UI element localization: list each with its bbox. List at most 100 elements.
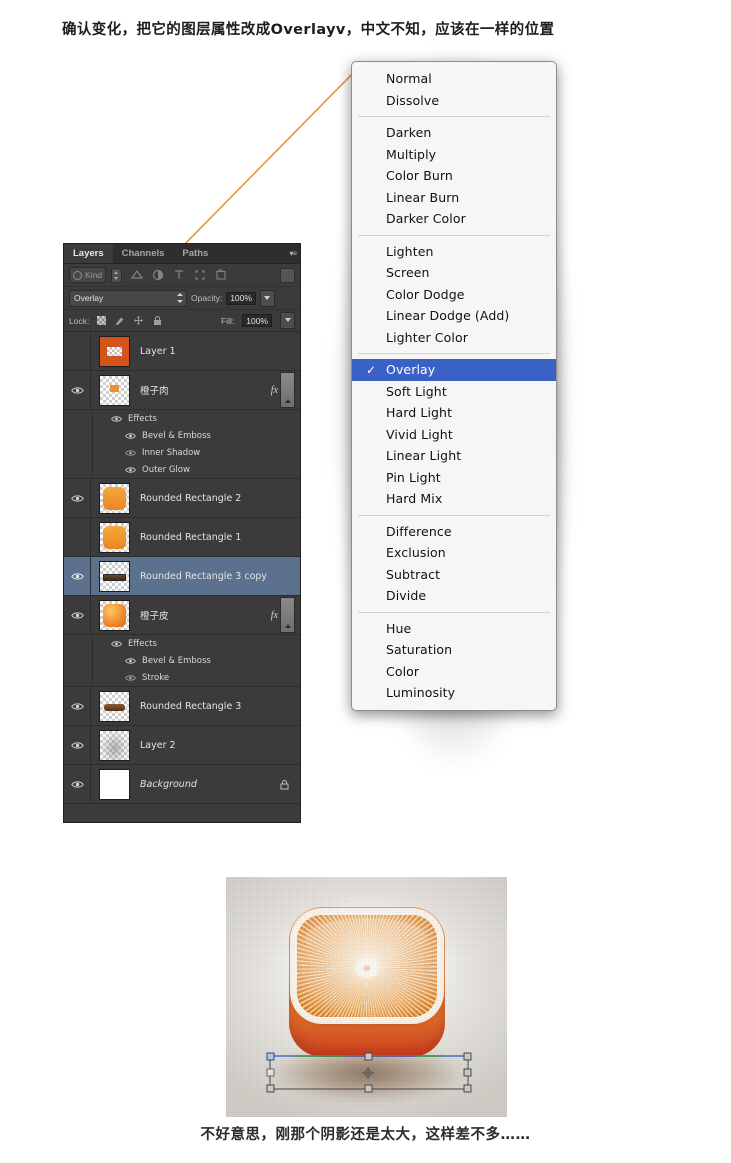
- menu-item-subtract[interactable]: Subtract: [352, 564, 556, 586]
- menu-item-linear-light[interactable]: Linear Light: [352, 445, 556, 467]
- visibility-cell[interactable]: [64, 687, 91, 725]
- blend-mode-row[interactable]: Overlay Opacity: 100%: [64, 287, 300, 310]
- panel-menu-icon[interactable]: ▾≡: [289, 249, 297, 258]
- eye-icon[interactable]: [70, 386, 84, 395]
- blend-mode-dropdown[interactable]: Normal Dissolve Darken Multiply Color Bu…: [351, 61, 557, 711]
- layer-thumbnail[interactable]: [99, 690, 130, 722]
- eye-icon[interactable]: [125, 674, 136, 682]
- effect-row[interactable]: Outer Glow: [64, 461, 300, 478]
- opacity-dropdown-arrow[interactable]: [259, 289, 275, 307]
- eye-icon[interactable]: [111, 640, 122, 648]
- menu-item-linear-burn[interactable]: Linear Burn: [352, 187, 556, 209]
- eye-icon[interactable]: [125, 432, 136, 440]
- lock-row[interactable]: Lock: Fill: 100%: [64, 310, 300, 332]
- panel-tab-bar[interactable]: Layers Channels Paths ▾≡: [64, 244, 300, 264]
- visibility-cell[interactable]: [64, 765, 91, 803]
- layer-row[interactable]: Layer 2: [64, 726, 300, 765]
- menu-item-difference[interactable]: Difference: [352, 521, 556, 543]
- filter-icon-group[interactable]: [131, 269, 227, 281]
- filter-kind-stepper[interactable]: [111, 267, 123, 283]
- visibility-cell[interactable]: [64, 332, 91, 370]
- visibility-cell[interactable]: [64, 596, 91, 634]
- layer-filter-row[interactable]: Kind: [64, 264, 300, 287]
- layer-thumbnail[interactable]: [99, 560, 130, 592]
- menu-item-color-dodge[interactable]: Color Dodge: [352, 284, 556, 306]
- tab-channels[interactable]: Channels: [113, 244, 174, 263]
- pixel-filter-icon[interactable]: [131, 269, 144, 281]
- menu-item-darken[interactable]: Darken: [352, 122, 556, 144]
- fx-badge[interactable]: fx: [271, 610, 278, 621]
- layer-thumbnail[interactable]: [99, 768, 130, 800]
- tab-layers[interactable]: Layers: [64, 244, 113, 263]
- eye-icon[interactable]: [70, 780, 84, 789]
- menu-item-saturation[interactable]: Saturation: [352, 639, 556, 661]
- layer-row[interactable]: Rounded Rectangle 2: [64, 479, 300, 518]
- effects-group[interactable]: Effects Bevel & Emboss Stroke: [64, 635, 300, 687]
- menu-item-darker-color[interactable]: Darker Color: [352, 208, 556, 230]
- layers-panel[interactable]: Layers Channels Paths ▾≡ Kind Overlay Op…: [63, 243, 301, 823]
- fill-dropdown-arrow[interactable]: [280, 312, 295, 329]
- menu-item-color-burn[interactable]: Color Burn: [352, 165, 556, 187]
- eye-icon[interactable]: [125, 657, 136, 665]
- filter-enable-toggle[interactable]: [280, 267, 295, 283]
- opacity-value[interactable]: 100%: [226, 291, 256, 305]
- layer-row[interactable]: 橙子皮 fx: [64, 596, 300, 635]
- layer-thumbnail[interactable]: [99, 374, 130, 406]
- layer-row[interactable]: Rounded Rectangle 3: [64, 687, 300, 726]
- visibility-cell[interactable]: [64, 518, 91, 556]
- fx-expand-toggle[interactable]: [280, 597, 295, 633]
- menu-item-exclusion[interactable]: Exclusion: [352, 542, 556, 564]
- visibility-cell[interactable]: [64, 371, 91, 409]
- visibility-cell[interactable]: [64, 479, 91, 517]
- layer-thumbnail[interactable]: [99, 335, 130, 367]
- lock-image-pixels-icon[interactable]: [114, 315, 125, 326]
- smart-object-filter-icon[interactable]: [215, 269, 227, 281]
- visibility-cell[interactable]: [64, 557, 91, 595]
- menu-item-lighten[interactable]: Lighten: [352, 241, 556, 263]
- eye-icon[interactable]: [70, 741, 84, 750]
- menu-item-hard-light[interactable]: Hard Light: [352, 402, 556, 424]
- menu-item-soft-light[interactable]: Soft Light: [352, 381, 556, 403]
- adjustment-filter-icon[interactable]: [152, 269, 164, 281]
- menu-item-vivid-light[interactable]: Vivid Light: [352, 424, 556, 446]
- menu-item-luminosity[interactable]: Luminosity: [352, 682, 556, 704]
- layer-thumbnail[interactable]: [99, 729, 130, 761]
- lock-icon-group[interactable]: [97, 315, 163, 326]
- layer-row[interactable]: Rounded Rectangle 3 copy: [64, 557, 300, 596]
- menu-item-hard-mix[interactable]: Hard Mix: [352, 488, 556, 510]
- lock-position-icon[interactable]: [133, 315, 144, 326]
- lock-all-icon[interactable]: [152, 315, 163, 326]
- menu-item-multiply[interactable]: Multiply: [352, 144, 556, 166]
- effect-row[interactable]: Bevel & Emboss: [64, 427, 300, 444]
- shape-filter-icon[interactable]: [194, 269, 206, 281]
- layer-thumbnail[interactable]: [99, 521, 130, 553]
- eye-icon[interactable]: [111, 415, 122, 423]
- eye-icon[interactable]: [70, 611, 84, 620]
- layer-list[interactable]: Layer 1 橙子肉 fx Effects Bevel & Emboss In…: [64, 332, 300, 804]
- menu-item-overlay[interactable]: ✓ Overlay: [352, 359, 556, 381]
- eye-icon[interactable]: [125, 466, 136, 474]
- blend-mode-select[interactable]: Overlay: [69, 289, 187, 307]
- tab-paths[interactable]: Paths: [173, 244, 217, 263]
- layer-row[interactable]: Layer 1: [64, 332, 300, 371]
- effects-header[interactable]: Effects: [64, 410, 300, 427]
- eye-icon[interactable]: [70, 572, 84, 581]
- visibility-cell[interactable]: [64, 726, 91, 764]
- eye-icon[interactable]: [70, 702, 84, 711]
- effect-row[interactable]: Stroke: [64, 669, 300, 686]
- menu-item-lighter-color[interactable]: Lighter Color: [352, 327, 556, 349]
- type-filter-icon[interactable]: [173, 269, 185, 281]
- effects-header[interactable]: Effects: [64, 635, 300, 652]
- filter-kind-select[interactable]: Kind: [69, 267, 107, 283]
- menu-item-hue[interactable]: Hue: [352, 618, 556, 640]
- effect-row[interactable]: Inner Shadow: [64, 444, 300, 461]
- menu-item-linear-dodge-add[interactable]: Linear Dodge (Add): [352, 305, 556, 327]
- menu-item-screen[interactable]: Screen: [352, 262, 556, 284]
- layer-row[interactable]: Rounded Rectangle 1: [64, 518, 300, 557]
- effects-group[interactable]: Effects Bevel & Emboss Inner Shadow Oute…: [64, 410, 300, 479]
- menu-item-divide[interactable]: Divide: [352, 585, 556, 607]
- layer-row[interactable]: 橙子肉 fx: [64, 371, 300, 410]
- fx-expand-toggle[interactable]: [280, 372, 295, 408]
- menu-item-dissolve[interactable]: Dissolve: [352, 90, 556, 112]
- fill-value[interactable]: 100%: [242, 314, 272, 327]
